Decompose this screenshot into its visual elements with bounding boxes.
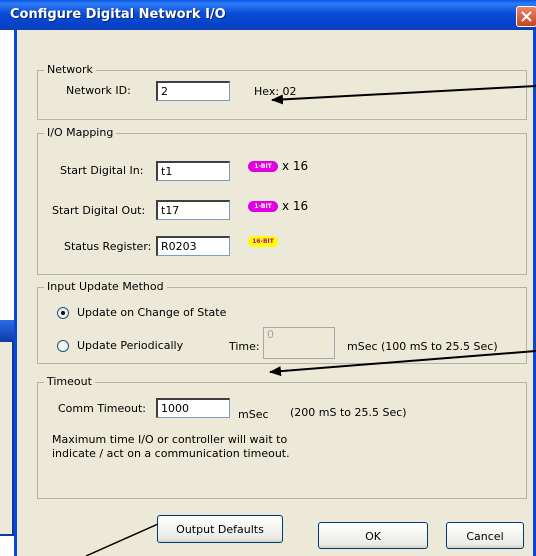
status-register-input[interactable]: R0203 [156,236,230,256]
start-digital-out-count: x 16 [282,199,309,213]
hex-readout: Hex: 02 [254,85,297,98]
close-button[interactable] [516,6,536,27]
status-register-label: Status Register: [64,240,152,253]
sixteen-bit-badge: 16-BIT [248,236,278,247]
time-input[interactable]: 0 [263,327,335,359]
one-bit-badge: 1-BIT [248,161,278,172]
output-defaults-button[interactable]: Output Defaults [157,515,283,543]
background-window [0,320,14,536]
start-digital-in-count: x 16 [282,159,309,173]
time-unit-label: mSec (100 mS to 25.5 Sec) [347,340,498,353]
update-periodically-label[interactable]: Update Periodically [77,339,183,353]
change-of-state-label[interactable]: Update on Change of State [77,306,226,320]
cancel-button[interactable]: Cancel [446,522,524,549]
timeout-description-line2: indicate / act on a communication timeou… [52,447,290,460]
network-id-input[interactable]: 2 [156,81,230,101]
update-periodically-radio[interactable] [57,340,69,352]
ok-button[interactable]: OK [318,522,428,549]
timeout-description-line1: Maximum time I/O or controller will wait… [52,433,288,446]
start-digital-in-label: Start Digital In: [60,164,144,177]
comm-timeout-unit: mSec [238,408,269,421]
change-of-state-radio[interactable] [57,307,69,319]
io-mapping-legend: I/O Mapping [44,126,117,140]
input-update-legend: Input Update Method [44,280,167,294]
start-digital-in-input[interactable]: t1 [156,161,230,181]
time-label: Time: [229,340,260,353]
window-title: Configure Digital Network I/O [10,7,226,22]
timeout-legend: Timeout [44,375,95,389]
network-legend: Network [44,63,96,77]
background-window-titlebar [0,320,14,342]
close-icon [521,11,532,22]
start-digital-out-input[interactable]: t17 [156,200,230,220]
start-digital-out-label: Start Digital Out: [52,204,146,217]
radio-selected-dot [61,311,65,315]
comm-timeout-label: Comm Timeout: [58,402,146,415]
comm-timeout-range: (200 mS to 25.5 Sec) [290,406,407,419]
network-id-label: Network ID: [66,84,131,97]
comm-timeout-input[interactable]: 1000 [156,398,230,418]
one-bit-badge: 1-BIT [248,201,278,212]
